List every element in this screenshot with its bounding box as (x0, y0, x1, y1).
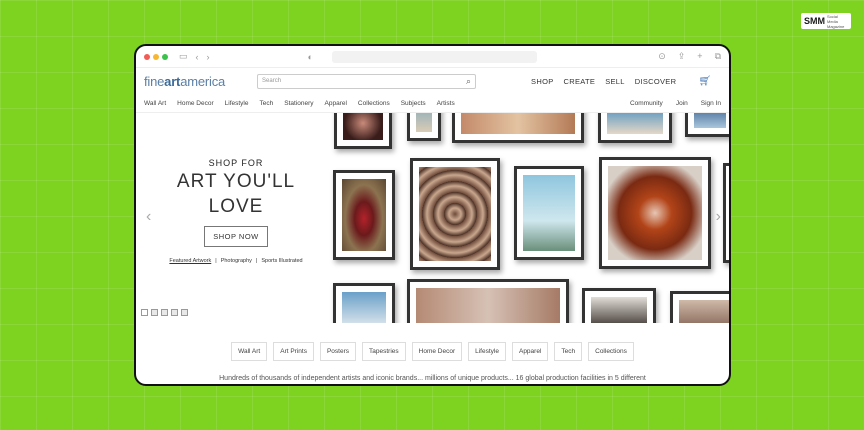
category-apparel[interactable]: Apparel (511, 342, 549, 361)
artwork-frame[interactable] (333, 283, 395, 323)
category-tapestries[interactable]: Tapestries (362, 342, 406, 361)
share-icon[interactable]: ⇪ (678, 51, 686, 62)
search-placeholder: Search (262, 78, 282, 84)
artwork-frame[interactable] (599, 157, 711, 269)
nav-sell[interactable]: SELL (605, 77, 625, 86)
artwork-frame[interactable] (582, 288, 656, 323)
smm-logo: SMM Social Media Magazine (801, 13, 851, 29)
downloads-icon[interactable]: ⊙ (658, 51, 666, 62)
carousel-dot[interactable] (171, 309, 178, 316)
main-nav: SHOP CREATE SELL DISCOVER (531, 77, 676, 86)
smm-logo-text: SMM (804, 16, 825, 26)
subnav-collections[interactable]: Collections (358, 100, 390, 107)
artwork-frame[interactable] (452, 113, 584, 143)
artwork-frame[interactable] (514, 166, 584, 260)
subnav-community[interactable]: Community (630, 100, 663, 107)
forward-icon[interactable]: › (207, 52, 210, 62)
address-bar[interactable] (332, 51, 537, 63)
carousel-dot[interactable] (151, 309, 158, 316)
artwork-frame[interactable] (334, 113, 392, 149)
carousel-dot[interactable] (161, 309, 168, 316)
artwork-frame[interactable] (723, 163, 729, 263)
link-separator: | (215, 258, 217, 264)
hero-kicker: SHOP FOR (208, 158, 264, 168)
maximize-window-button[interactable] (162, 53, 168, 60)
category-tech[interactable]: Tech (554, 342, 583, 361)
carousel-dot[interactable] (181, 309, 188, 316)
nav-discover[interactable]: DISCOVER (635, 77, 677, 86)
artwork-frame[interactable] (407, 279, 569, 323)
category-collections[interactable]: Collections (588, 342, 634, 361)
smm-logo-tagline: Social Media Magazine (827, 13, 845, 29)
hero-title-line-2: LOVE (208, 196, 264, 217)
artwork-frame[interactable] (598, 113, 672, 143)
artwork-frame[interactable] (670, 291, 729, 323)
site-logo[interactable]: fineartamerica (144, 74, 225, 89)
subnav-sign-in[interactable]: Sign In (701, 100, 721, 107)
hero-text: SHOP FOR ART YOU'LL LOVE SHOP NOW Featur… (136, 158, 336, 264)
back-icon[interactable]: ‹ (196, 52, 199, 62)
artwork-frame[interactable] (410, 158, 500, 270)
category-lifestyle[interactable]: Lifestyle (468, 342, 506, 361)
minimize-window-button[interactable] (153, 53, 159, 60)
hero-carousel: SHOP FOR ART YOU'LL LOVE SHOP NOW Featur… (136, 113, 729, 323)
category-links: Wall Art Art Prints Posters Tapestries H… (136, 342, 729, 361)
link-separator: | (255, 258, 258, 264)
close-window-button[interactable] (144, 53, 150, 60)
nav-shop[interactable]: SHOP (531, 77, 553, 86)
browser-toolbar: ▭ ‹ › ◐ ⊙ ⇪ + ⧉ (136, 46, 729, 68)
artwork-frame[interactable] (407, 113, 441, 141)
sub-nav: Wall Art Home Decor Lifestyle Tech Stati… (136, 94, 729, 113)
subnav-artists[interactable]: Artists (437, 100, 455, 107)
artwork-frame[interactable] (685, 113, 729, 137)
subnav-lifestyle[interactable]: Lifestyle (225, 100, 249, 107)
search-input[interactable]: Search ⌕ (257, 73, 477, 89)
carousel-dots (141, 309, 188, 316)
hero-links: Featured Artwork | Photography | Sports … (136, 258, 336, 264)
category-art-prints[interactable]: Art Prints (273, 342, 314, 361)
cart-icon[interactable]: 🛒︎ (698, 76, 711, 87)
category-home-decor[interactable]: Home Decor (411, 342, 463, 361)
browser-actions: ⊙ ⇪ + ⧉ (658, 51, 721, 62)
site-header: fineartamerica Search ⌕ SHOP CREATE SELL… (136, 68, 729, 94)
photography-link[interactable]: Photography (221, 258, 252, 264)
sports-illustrated-link[interactable]: Sports Illustrated (261, 258, 302, 264)
subnav-subjects[interactable]: Subjects (401, 100, 426, 107)
sidebar-icon[interactable]: ▭ (179, 51, 188, 62)
shop-now-button[interactable]: SHOP NOW (204, 226, 268, 247)
browser-window: ▭ ‹ › ◐ ⊙ ⇪ + ⧉ fineartamerica Search ⌕ … (134, 44, 731, 386)
new-tab-icon[interactable]: + (697, 51, 702, 62)
featured-artwork-link[interactable]: Featured Artwork (169, 258, 211, 264)
artwork-frame[interactable] (333, 170, 395, 260)
subnav-stationery[interactable]: Stationery (284, 100, 313, 107)
subnav-wall-art[interactable]: Wall Art (144, 100, 166, 107)
carousel-dot[interactable] (141, 309, 148, 316)
tabs-overview-icon[interactable]: ⧉ (715, 51, 721, 62)
carousel-next-icon[interactable]: › (716, 208, 721, 226)
site-tagline: Hundreds of thousands of independent art… (219, 375, 646, 382)
category-posters[interactable]: Posters (319, 342, 357, 361)
privacy-icon[interactable]: ◐ (308, 52, 313, 62)
category-wall-art[interactable]: Wall Art (231, 342, 268, 361)
carousel-prev-icon[interactable]: ‹ (146, 208, 151, 226)
subnav-join[interactable]: Join (676, 100, 688, 107)
nav-create[interactable]: CREATE (564, 77, 596, 86)
search-icon[interactable]: ⌕ (466, 76, 471, 87)
subnav-tech[interactable]: Tech (260, 100, 274, 107)
subnav-home-decor[interactable]: Home Decor (177, 100, 213, 107)
subnav-apparel[interactable]: Apparel (325, 100, 347, 107)
hero-title-line-1: ART YOU'LL (176, 171, 296, 192)
